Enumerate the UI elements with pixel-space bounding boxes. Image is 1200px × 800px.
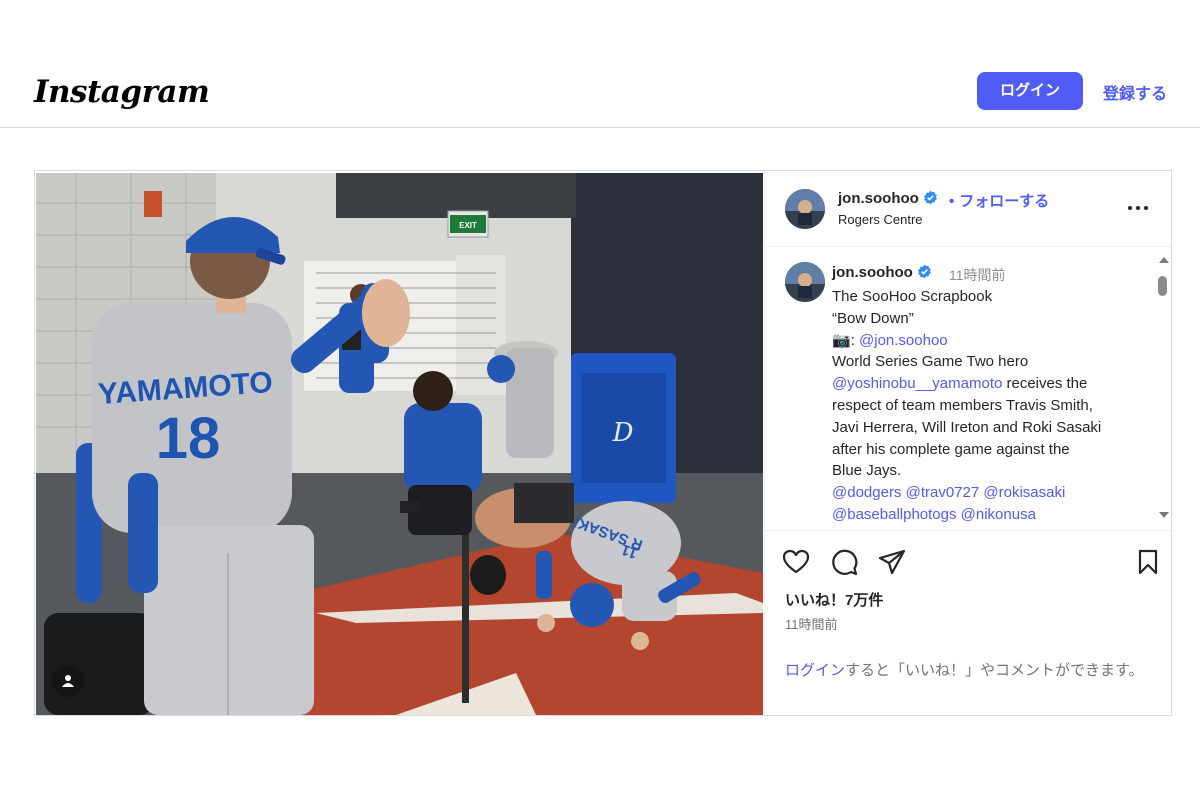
exit-sign-text: EXIT <box>459 221 477 230</box>
verified-icon <box>923 190 938 205</box>
caption-line: respect of team members Travis Smith, <box>832 395 1150 417</box>
caption-line: 📷: @jon.soohoo <box>832 330 1150 352</box>
jersey-number-yamamoto: 18 <box>156 406 221 471</box>
login-prompt: ログインすると「いいね！」やコメントができます。 <box>785 660 1155 682</box>
post-actions <box>781 547 1165 579</box>
caption-timestamp: 11時間前 <box>949 267 1006 283</box>
caption-line: “Bow Down” <box>832 308 1150 330</box>
caption-username[interactable]: jon.soohoo <box>832 264 932 281</box>
follow-button[interactable]: • フォローする <box>949 190 1049 211</box>
like-count[interactable]: いいね！7万件 <box>785 589 883 610</box>
caption-line: after his complete game against the <box>832 439 1150 461</box>
caption-line: Javi Herrera, Will Ireton and Roki Sasak… <box>832 417 1150 439</box>
bookmark-icon[interactable] <box>1133 547 1163 577</box>
mention-link[interactable]: @trav0727 <box>906 484 980 501</box>
caption-text-segment: after his complete game against the <box>832 440 1070 458</box>
caption-line: @dodgers @trav0727 @rokisasaki <box>832 482 1150 504</box>
post-card: EXIT D R SASAKI 11 YAMAMOTO 18 jon.sooho… <box>34 170 1173 717</box>
heart-icon[interactable] <box>781 547 811 577</box>
caption-line: The SooHoo Scrapbook <box>832 286 1150 308</box>
svg-text:D: D <box>612 418 634 448</box>
post-side-panel: jon.soohoo • フォローする Rogers Centre jon.soo… <box>764 171 1173 717</box>
caption-text-segment: Blue Jays. <box>832 462 902 480</box>
mention-link[interactable]: @yoshinobu__yamamoto <box>832 375 1002 392</box>
caption-text-segment: Javi Herrera, Will Ireton and Roki Sasak… <box>832 418 1102 436</box>
caption-text-segment: World Series Game Two hero <box>832 353 1029 371</box>
scroll-down-arrow-icon[interactable] <box>1159 512 1169 518</box>
caption-line: @yoshinobu__yamamoto receives the <box>832 373 1150 395</box>
mention-link[interactable]: @baseballphotogs <box>832 506 956 523</box>
post-location[interactable]: Rogers Centre <box>838 212 923 227</box>
share-icon[interactable] <box>877 547 907 577</box>
caption-text: The SooHoo Scrapbook “Bow Down” 📷: @jon.so… <box>832 286 1150 526</box>
mention-link[interactable]: @nikonusa <box>961 506 1036 523</box>
login-prompt-text: すると「いいね！」やコメントができます。 <box>845 662 1144 679</box>
caption-panel[interactable]: jon.soohoo 11時間前 The SooHoo Scrapbook “Bo… <box>765 248 1173 530</box>
login-button[interactable]: ログイン <box>977 72 1083 110</box>
avatar[interactable] <box>785 262 825 302</box>
top-navigation-bar: Instagram ログイン 登録する <box>0 0 1200 128</box>
caption-line: Blue Jays. <box>832 460 1150 482</box>
post-author-username[interactable]: jon.soohoo <box>838 190 938 207</box>
post-header: jon.soohoo • フォローする Rogers Centre <box>765 171 1173 247</box>
post-photo[interactable]: EXIT D R SASAKI 11 YAMAMOTO 18 <box>36 173 763 715</box>
instagram-logo[interactable]: Instagram <box>34 74 210 110</box>
mention-link[interactable]: @jon.soohoo <box>859 332 948 349</box>
comment-icon[interactable] <box>829 547 859 577</box>
caption-text-segment: 📷: <box>832 331 860 349</box>
mention-link[interactable]: @rokisasaki <box>983 484 1065 501</box>
caption-text-segment: The SooHoo Scrapbook <box>832 288 993 305</box>
scroll-up-arrow-icon[interactable] <box>1159 257 1169 263</box>
login-link[interactable]: ログイン <box>785 662 845 679</box>
avatar[interactable] <box>785 189 825 229</box>
divider <box>765 530 1173 531</box>
more-icon[interactable] <box>1124 197 1152 219</box>
scrollbar-thumb[interactable] <box>1158 276 1167 296</box>
caption-text-segment: “Bow Down” <box>832 309 914 327</box>
user-tag-icon[interactable] <box>52 665 84 697</box>
post-timestamp[interactable]: 11時間前 <box>785 614 838 633</box>
mention-link[interactable]: @dodgers <box>832 484 901 501</box>
caption-line: @baseballphotogs @nikonusa <box>832 504 1150 526</box>
caption-line: World Series Game Two hero <box>832 351 1150 373</box>
signup-link[interactable]: 登録する <box>1103 80 1167 104</box>
caption-text-segment: respect of team members Travis Smith, <box>832 396 1093 414</box>
caption-text-segment: receives the <box>1002 375 1088 393</box>
verified-icon <box>917 264 932 279</box>
